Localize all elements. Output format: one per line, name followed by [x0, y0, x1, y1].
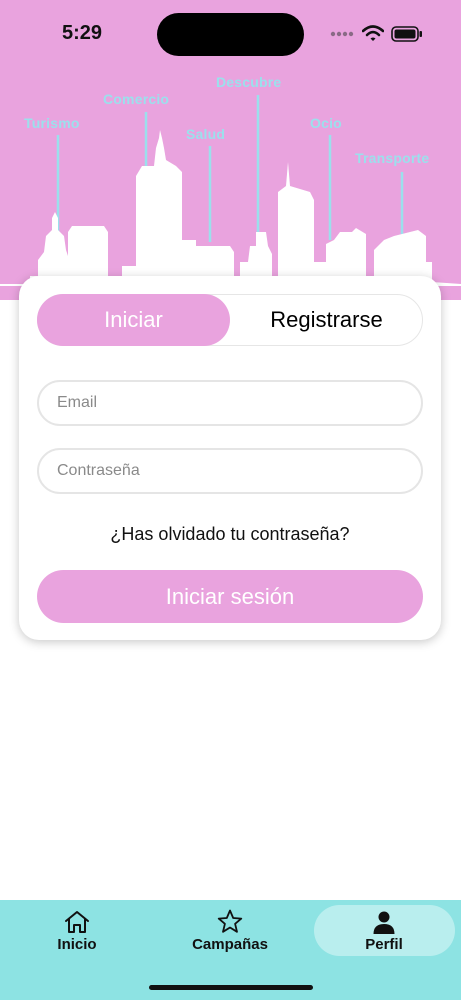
home-icon [64, 908, 90, 934]
tab-register[interactable]: Registrarse [230, 294, 423, 346]
tab-campanas-label: Campañas [192, 936, 268, 953]
tab-inicio-label: Inicio [57, 936, 97, 953]
tab-login[interactable]: Iniciar [37, 294, 230, 346]
home-indicator [149, 985, 313, 990]
signal-dots-icon [330, 31, 354, 37]
tab-inicio[interactable]: Inicio [46, 908, 108, 958]
auth-mode-switch: Iniciar Registrarse [37, 294, 423, 346]
label-descubre: Descubre [216, 74, 282, 90]
label-ocio: Ocio [310, 115, 342, 131]
tab-campanas[interactable]: Campañas [185, 908, 275, 958]
password-field[interactable] [37, 448, 423, 494]
battery-icon [391, 26, 422, 42]
status-bar: 5:29 [0, 0, 461, 60]
status-time: 5:29 [62, 22, 103, 44]
label-transporte: Transporte [355, 150, 430, 166]
email-field[interactable] [37, 380, 423, 426]
tab-perfil[interactable]: Perfil [344, 908, 424, 958]
label-salud: Salud [186, 126, 226, 142]
login-submit-button[interactable]: Iniciar sesión [37, 570, 423, 623]
label-comercio: Comercio [103, 91, 170, 107]
tab-perfil-label: Perfil [365, 936, 403, 953]
star-icon [217, 908, 243, 934]
login-card: Iniciar Registrarse ¿Has olvidado tu con… [19, 276, 441, 640]
dynamic-island [157, 13, 304, 56]
forgot-password-link[interactable]: ¿Has olvidado tu contraseña? [19, 524, 441, 545]
hero-banner: Turismo Comercio Salud Descubre Ocio Tra… [0, 0, 461, 300]
label-turismo: Turismo [24, 115, 80, 131]
person-icon [372, 908, 396, 934]
wifi-icon [362, 25, 384, 41]
